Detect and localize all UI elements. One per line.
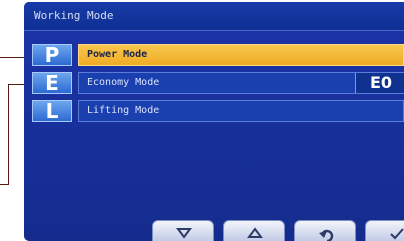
mode-key-l[interactable]: L [32, 100, 72, 122]
mode-row-economy[interactable]: E Economy Mode E0 [32, 72, 404, 94]
screen-title: Working Mode [34, 9, 114, 22]
mode-label-power: Power Mode [87, 49, 148, 60]
callout-line-p [0, 57, 24, 58]
mode-key-p[interactable]: P [32, 44, 72, 66]
return-icon [319, 229, 334, 241]
mode-row-lifting[interactable]: L Lifting Mode [32, 100, 404, 122]
checkmark-icon [390, 228, 404, 240]
softkey-confirm[interactable] [365, 220, 404, 241]
economy-level-value: E0 [355, 73, 404, 93]
mode-key-e[interactable]: E [32, 72, 72, 94]
title-bar: Working Mode [24, 2, 404, 31]
mode-bar-power[interactable]: Power Mode [78, 44, 404, 66]
up-triangle-icon [247, 227, 263, 238]
callout-line-e-bottom [0, 184, 9, 185]
working-mode-screen: Working Mode P Power Mode E Economy Mode… [24, 2, 404, 241]
callout-line-e-vertical [8, 84, 9, 184]
softkey-up[interactable] [223, 220, 285, 241]
mode-label-economy: Economy Mode [87, 77, 160, 88]
softkey-down[interactable] [152, 220, 214, 241]
down-triangle-icon [176, 228, 192, 239]
mode-bar-lifting[interactable]: Lifting Mode [78, 100, 404, 122]
callout-line-e-top [8, 84, 24, 85]
softkey-return[interactable] [294, 220, 356, 241]
mode-label-lifting: Lifting Mode [87, 105, 160, 116]
mode-bar-economy[interactable]: Economy Mode E0 [78, 72, 404, 94]
mode-row-power[interactable]: P Power Mode [32, 44, 404, 66]
